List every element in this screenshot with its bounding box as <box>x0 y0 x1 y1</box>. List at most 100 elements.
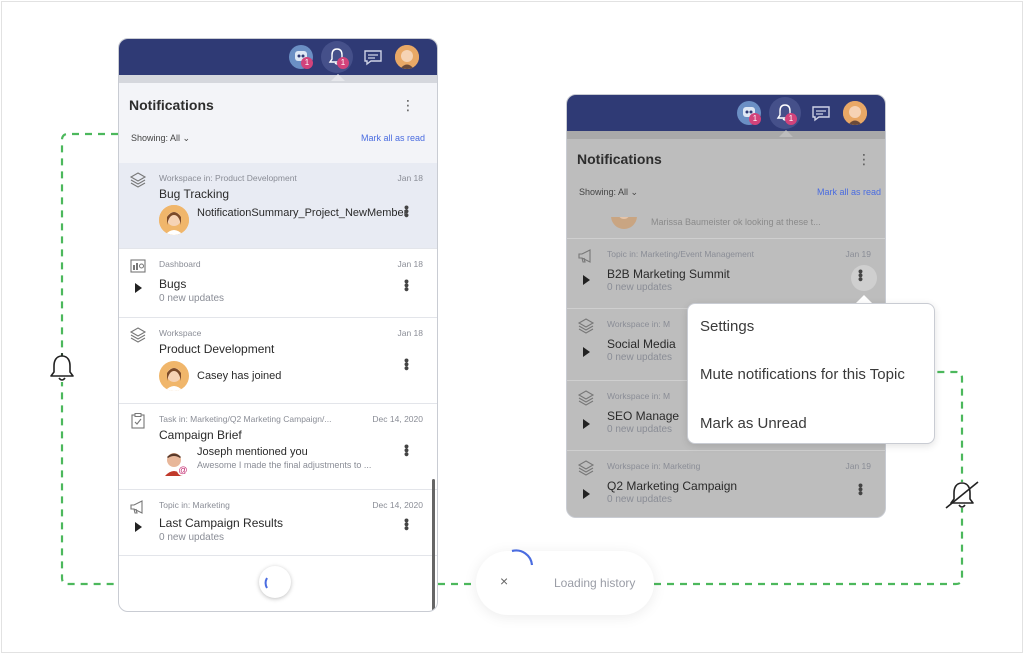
list-item[interactable]: Workspace in: Marketing Jan 19 Q2 Market… <box>567 451 885 517</box>
more-icon[interactable]: ••• <box>399 279 415 291</box>
more-icon[interactable]: ••• <box>399 518 415 530</box>
bot-avatar[interactable]: 1 <box>737 101 761 125</box>
filter-dropdown[interactable]: Showing: All ⌄ <box>579 187 638 198</box>
filter-label: Showing: All <box>579 187 629 197</box>
list-item[interactable]: Workspace in: Product Development Jan 18… <box>119 163 437 249</box>
mention-icon: @ <box>177 464 189 476</box>
header-more-icon[interactable]: ⋮ <box>401 97 415 114</box>
item-meta: Topic in: Marketing/Event Management <box>607 249 754 259</box>
expand-icon[interactable] <box>583 489 590 499</box>
item-updates: 0 new updates <box>607 494 673 505</box>
item-title: Last Campaign Results <box>159 516 284 530</box>
mark-all-read-link[interactable]: Mark all as read <box>817 187 881 197</box>
filter-dropdown[interactable]: Showing: All ⌄ <box>131 133 190 144</box>
more-icon[interactable]: ••• <box>853 269 869 281</box>
loading-history-toast: × Loading history <box>476 549 654 615</box>
item-updates: 0 new updates <box>159 532 225 543</box>
bell-icon <box>328 48 346 65</box>
item-date: Jan 18 <box>397 328 423 338</box>
header-more-icon[interactable]: ⋮ <box>857 151 871 168</box>
panel-header: Notifications ⋮ Showing: All ⌄ Mark all … <box>567 139 885 217</box>
sub-bar <box>119 74 437 83</box>
list-item[interactable]: Workspace Jan 18 Product Development Cas… <box>119 318 437 404</box>
more-icon[interactable]: ••• <box>399 358 415 370</box>
item-preview: Awesome I made the final adjustments to … <box>197 460 372 470</box>
top-bar: 1 1 <box>119 39 437 75</box>
user-avatar[interactable] <box>843 101 867 125</box>
item-message: NotificationSummary_Project_NewMember <box>197 207 408 219</box>
bell-off-icon <box>945 481 979 509</box>
bell-button[interactable]: 1 <box>769 97 801 129</box>
chat-icon[interactable] <box>809 101 833 125</box>
expand-icon[interactable] <box>583 347 590 357</box>
avatar <box>611 217 637 229</box>
avatar <box>159 361 189 391</box>
close-icon[interactable]: × <box>500 573 508 589</box>
item-meta: Task in: Marketing/Q2 Marketing Campaign… <box>159 414 332 424</box>
bell-icon <box>49 353 75 382</box>
item-meta: Topic in: Marketing <box>159 500 230 510</box>
item-title: Bug Tracking <box>159 187 230 201</box>
user-avatar[interactable] <box>395 45 419 69</box>
notifications-panel: 1 1 Notifications ⋮ Showing: All ⌄ Mark … <box>118 38 438 612</box>
item-message: Casey has joined <box>197 370 282 382</box>
sub-bar <box>567 130 885 139</box>
avatar <box>159 205 189 235</box>
item-updates: 0 new updates <box>607 282 673 293</box>
mark-all-read-link[interactable]: Mark all as read <box>361 133 425 143</box>
scrollbar[interactable] <box>432 479 435 611</box>
item-updates: 0 new updates <box>159 293 225 304</box>
dashboard-icon <box>130 259 146 273</box>
item-meta: Workspace in: Marketing <box>607 461 701 471</box>
bell-badge: 1 <box>337 57 349 69</box>
menu-item-mute-topic[interactable]: Mute notifications for this Topic <box>700 366 905 383</box>
layers-icon <box>577 460 595 476</box>
expand-icon[interactable] <box>135 522 142 532</box>
list-item[interactable]: Marissa Baumeister ok looking at these t… <box>567 217 885 239</box>
bell-badge: 1 <box>785 113 797 125</box>
layers-icon <box>577 390 595 406</box>
chevron-down-icon: ⌄ <box>182 133 191 143</box>
bot-avatar[interactable]: 1 <box>289 45 313 69</box>
more-icon[interactable]: ••• <box>853 483 869 495</box>
list-item[interactable]: Dashboard Jan 18 Bugs 0 new updates ••• <box>119 249 437 318</box>
filter-label: Showing: All <box>131 133 181 143</box>
list-item[interactable]: Topic in: Marketing Dec 14, 2020 Last Ca… <box>119 490 437 556</box>
item-date: Jan 18 <box>397 259 423 269</box>
expand-icon[interactable] <box>583 275 590 285</box>
item-meta: Dashboard <box>159 259 201 269</box>
item-title: Bugs <box>159 277 187 291</box>
menu-item-mark-unread[interactable]: Mark as Unread <box>700 415 807 432</box>
item-title: Campaign Brief <box>159 428 242 442</box>
more-icon[interactable]: ••• <box>399 205 415 217</box>
chevron-down-icon: ⌄ <box>630 187 639 197</box>
panel-title: Notifications <box>577 151 662 167</box>
loading-label: Loading history <box>554 576 636 590</box>
item-updates: 0 new updates <box>607 424 673 435</box>
item-date: Jan 18 <box>397 173 423 183</box>
more-icon[interactable]: ••• <box>399 444 415 456</box>
notification-list: Workspace in: Product Development Jan 18… <box>119 163 437 556</box>
expand-icon[interactable] <box>135 283 142 293</box>
menu-item-settings[interactable]: Settings <box>700 318 754 335</box>
item-title: B2B Marketing Summit <box>607 267 730 281</box>
item-date: Jan 19 <box>845 249 871 259</box>
bell-button[interactable]: 1 <box>321 41 353 73</box>
context-menu: Settings Mute notifications for this Top… <box>687 303 935 444</box>
chat-icon[interactable] <box>361 45 385 69</box>
bell-icon <box>776 104 794 121</box>
item-title: SEO Manage <box>607 409 680 423</box>
list-item[interactable]: Topic in: Marketing/Event Management Jan… <box>567 239 885 309</box>
item-message: Joseph mentioned you <box>197 446 308 458</box>
bot-badge: 1 <box>301 57 313 69</box>
list-item[interactable]: Task in: Marketing/Q2 Marketing Campaign… <box>119 404 437 490</box>
top-bar: 1 1 <box>567 95 885 131</box>
expand-icon[interactable] <box>583 419 590 429</box>
item-date: Dec 14, 2020 <box>372 500 423 510</box>
loading-spinner <box>259 566 291 598</box>
megaphone-icon <box>578 249 591 263</box>
layers-icon <box>129 172 147 188</box>
item-meta: Workspace in: Product Development <box>159 173 297 183</box>
item-date: Dec 14, 2020 <box>372 414 423 424</box>
panel-title: Notifications <box>129 97 214 113</box>
